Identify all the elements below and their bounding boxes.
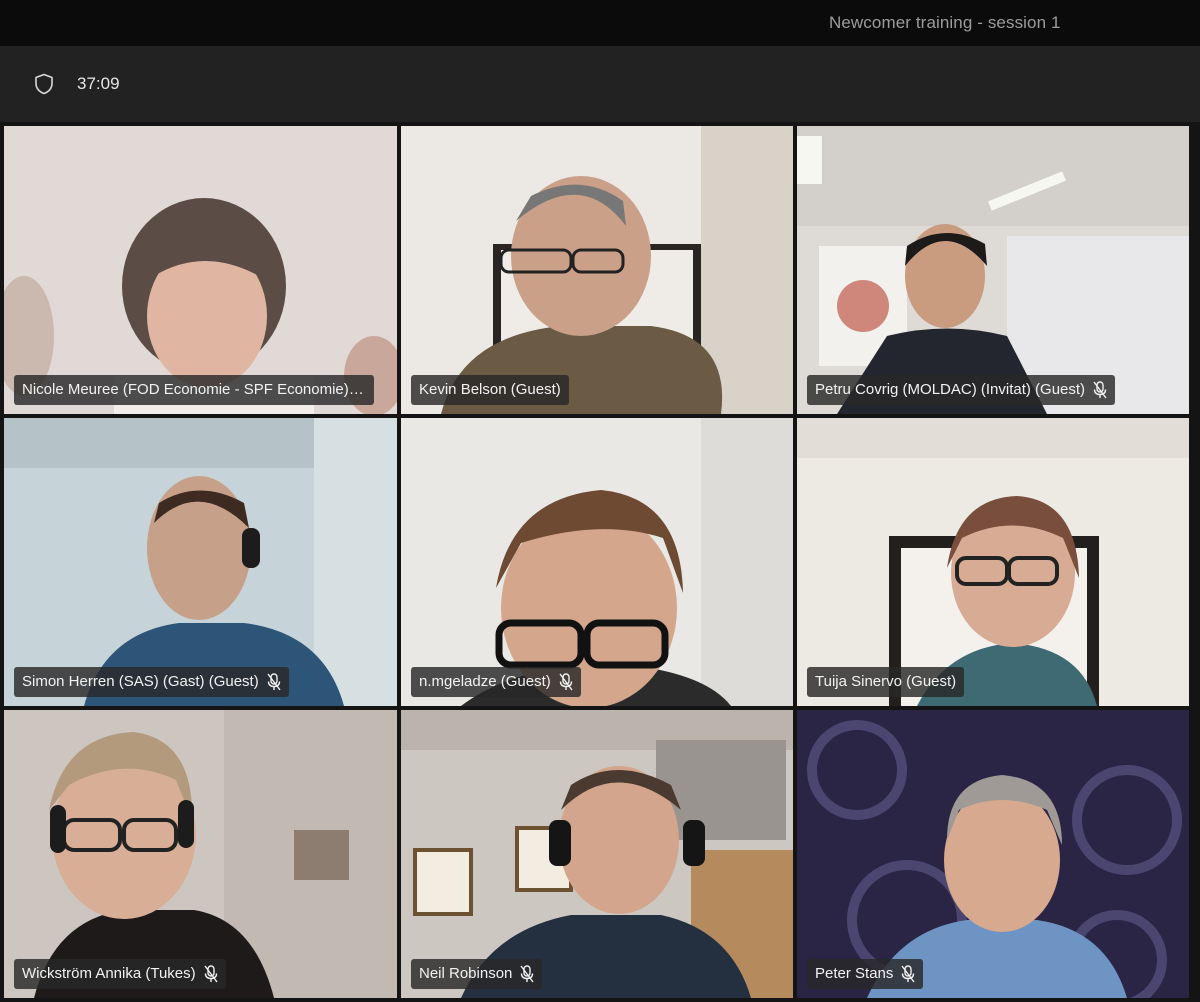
video-feed bbox=[797, 710, 1189, 998]
participant-tile[interactable]: Simon Herren (SAS) (Gast) (Guest) bbox=[4, 418, 397, 706]
participant-tile[interactable]: Kevin Belson (Guest) bbox=[401, 126, 793, 414]
meeting-title: Newcomer training - session 1 bbox=[829, 13, 1061, 32]
participant-name: Nicole Meuree (FOD Economie - SPF Econom… bbox=[22, 381, 366, 398]
video-feed bbox=[401, 418, 793, 706]
mic-muted-icon bbox=[204, 965, 218, 983]
video-feed bbox=[401, 710, 793, 998]
participant-name: Tuija Sinervo (Guest) bbox=[815, 673, 957, 690]
video-feed bbox=[797, 126, 1189, 414]
participant-name: Wickström Annika (Tukes) bbox=[22, 965, 196, 982]
participant-tile[interactable]: n.mgeladze (Guest) bbox=[401, 418, 793, 706]
participant-label: Kevin Belson (Guest) bbox=[411, 375, 569, 405]
shield-icon[interactable] bbox=[34, 73, 54, 95]
video-grid: Nicole Meuree (FOD Economie - SPF Econom… bbox=[0, 122, 1200, 1002]
participant-label: Neil Robinson bbox=[411, 959, 543, 989]
participant-tile[interactable]: Petru Covrig (MOLDAC) (Invitat) (Guest) bbox=[797, 126, 1189, 414]
participant-tile[interactable]: Nicole Meuree (FOD Economie - SPF Econom… bbox=[4, 126, 397, 414]
participant-label: Wickström Annika (Tukes) bbox=[14, 959, 226, 989]
participant-name: Kevin Belson (Guest) bbox=[419, 381, 561, 398]
participant-name: Petru Covrig (MOLDAC) (Invitat) (Guest) bbox=[815, 381, 1086, 398]
participant-label: Petru Covrig (MOLDAC) (Invitat) (Guest) bbox=[807, 375, 1116, 405]
participant-tile[interactable]: Tuija Sinervo (Guest) bbox=[797, 418, 1189, 706]
participant-name: Peter Stans bbox=[815, 965, 894, 982]
meeting-timer: 37:09 bbox=[77, 74, 120, 93]
participant-name: n.mgeladze (Guest) bbox=[419, 673, 551, 690]
title-bar: Newcomer training - session 1 bbox=[0, 0, 1200, 46]
participant-label: Tuija Sinervo (Guest) bbox=[807, 667, 965, 697]
participant-label: n.mgeladze (Guest) bbox=[411, 667, 581, 697]
meeting-toolbar: 37:09 bbox=[0, 46, 1200, 122]
mic-muted-icon bbox=[559, 673, 573, 691]
mic-muted-icon bbox=[267, 673, 281, 691]
video-feed bbox=[4, 710, 397, 998]
video-feed bbox=[4, 418, 397, 706]
participant-label: Simon Herren (SAS) (Gast) (Guest) bbox=[14, 667, 289, 697]
participant-label: Nicole Meuree (FOD Economie - SPF Econom… bbox=[14, 375, 374, 405]
mic-muted-icon bbox=[520, 965, 534, 983]
participant-label: Peter Stans bbox=[807, 959, 924, 989]
video-feed bbox=[401, 126, 793, 414]
video-feed bbox=[797, 418, 1189, 706]
participant-tile[interactable]: Wickström Annika (Tukes) bbox=[4, 710, 397, 998]
mic-muted-icon bbox=[1093, 381, 1107, 399]
mic-muted-icon bbox=[901, 965, 915, 983]
participant-name: Simon Herren (SAS) (Gast) (Guest) bbox=[22, 673, 259, 690]
participant-name: Neil Robinson bbox=[419, 965, 513, 982]
participant-tile[interactable]: Peter Stans bbox=[797, 710, 1189, 998]
participant-tile[interactable]: Neil Robinson bbox=[401, 710, 793, 998]
video-feed bbox=[4, 126, 397, 414]
